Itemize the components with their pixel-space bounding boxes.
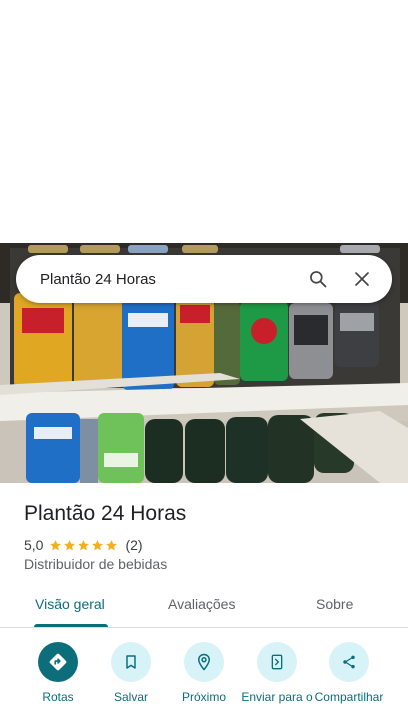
map-area-blank bbox=[0, 0, 408, 243]
bookmark-icon[interactable] bbox=[111, 642, 151, 682]
review-count[interactable]: (2) bbox=[125, 537, 142, 553]
action-bar: Rotas Salvar Próximo Enviar para o Compa… bbox=[0, 642, 408, 726]
nearby-icon[interactable] bbox=[184, 642, 224, 682]
send-to-phone-button[interactable]: Enviar para o bbox=[237, 642, 317, 704]
nearby-button[interactable]: Próximo bbox=[164, 642, 244, 704]
tab-active-indicator bbox=[34, 624, 108, 627]
star-icon bbox=[50, 539, 62, 550]
star-icon bbox=[64, 539, 76, 550]
rating-stars bbox=[49, 539, 119, 552]
tab-bar: Visão geral Avaliações Sobre bbox=[0, 585, 408, 628]
place-title: Plantão 24 Horas bbox=[24, 502, 187, 525]
search-bar[interactable]: Plantão 24 Horas bbox=[16, 255, 392, 303]
tab-reviews[interactable]: Avaliações bbox=[168, 596, 235, 612]
close-icon[interactable] bbox=[344, 261, 380, 297]
star-icon bbox=[92, 539, 104, 550]
rating-value: 5,0 bbox=[24, 537, 44, 553]
nearby-label: Próximo bbox=[181, 690, 226, 704]
send-to-phone-icon[interactable] bbox=[257, 642, 297, 682]
tab-overview[interactable]: Visão geral bbox=[35, 596, 105, 612]
save-button[interactable]: Salvar bbox=[91, 642, 171, 704]
star-icon bbox=[78, 539, 90, 550]
tab-about[interactable]: Sobre bbox=[316, 596, 353, 612]
directions-button[interactable]: Rotas bbox=[18, 642, 98, 704]
share-label: Compartilhar bbox=[314, 690, 384, 704]
rating-row[interactable]: 5,0 (2) bbox=[24, 536, 143, 554]
save-label: Salvar bbox=[113, 690, 148, 704]
send-to-phone-label: Enviar para o bbox=[241, 690, 313, 704]
place-category: Distribuidor de bebidas bbox=[24, 556, 168, 572]
search-query[interactable]: Plantão 24 Horas bbox=[40, 271, 292, 288]
search-icon[interactable] bbox=[300, 261, 336, 297]
directions-label: Rotas bbox=[42, 690, 74, 704]
share-icon[interactable] bbox=[329, 642, 369, 682]
share-button[interactable]: Compartilhar bbox=[309, 642, 389, 704]
directions-icon[interactable] bbox=[38, 642, 78, 682]
star-icon bbox=[106, 539, 118, 550]
